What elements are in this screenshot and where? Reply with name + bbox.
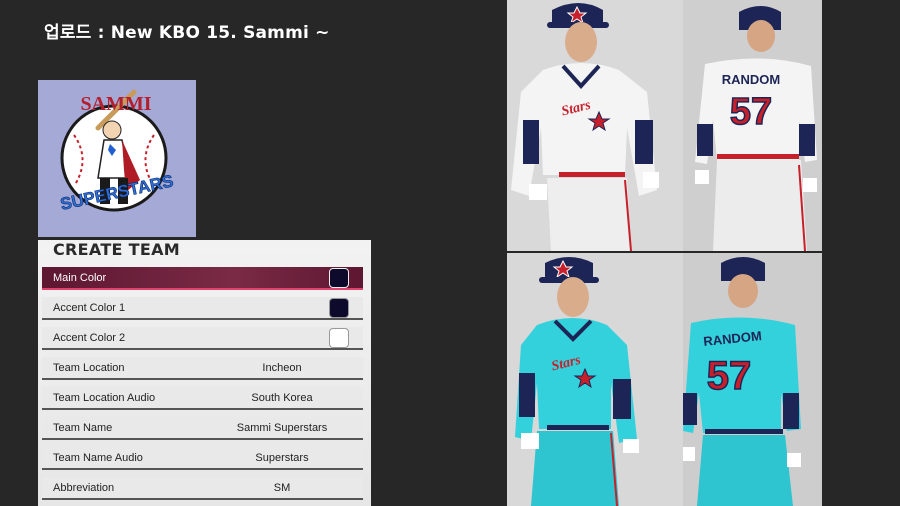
row-value: SM: [273, 482, 291, 494]
row-value: Superstars: [255, 452, 309, 464]
away-uniform-front-render: Stars: [507, 253, 683, 506]
post-title: 업로드 : New KBO 15. Sammi ~: [44, 23, 330, 43]
row-main-color[interactable]: Main Color: [42, 267, 363, 290]
away-uniform-back-render: RANDOM 57: [683, 253, 822, 506]
back-number-text: 57: [730, 91, 772, 133]
row-label: Team Name Audio: [53, 452, 143, 464]
row-team-name[interactable]: Team Name Sammi Superstars: [42, 417, 363, 440]
row-label: Team Name: [53, 422, 113, 434]
row-value: Sammi Superstars: [236, 422, 328, 434]
accent-color-2-swatch[interactable]: [329, 328, 349, 348]
create-team-panel: CREATE TEAM Main Color Accent Color 1 Ac…: [38, 240, 371, 506]
row-team-location[interactable]: Team Location Incheon: [42, 357, 363, 380]
row-label: Accent Color 1: [53, 302, 126, 314]
away-back-number-text: 57: [707, 354, 752, 398]
home-uniform-back-render: RANDOM 57: [683, 0, 822, 251]
row-label: Accent Color 2: [53, 332, 126, 344]
row-label: Abbreviation: [53, 482, 115, 494]
row-label: Main Color: [53, 272, 107, 284]
row-accent-color-2[interactable]: Accent Color 2: [42, 327, 363, 350]
accent-color-1-swatch[interactable]: [329, 298, 349, 318]
panel-title: CREATE TEAM: [53, 240, 180, 259]
row-value: South Korea: [251, 392, 313, 404]
main-color-swatch[interactable]: [329, 268, 349, 288]
row-accent-color-1[interactable]: Accent Color 1: [42, 297, 363, 320]
team-logo: SAMMI SUPERSTARS: [38, 80, 196, 237]
row-abbreviation[interactable]: Abbreviation SM: [42, 477, 363, 500]
logo-top-text: SAMMI: [80, 93, 151, 115]
row-value: Incheon: [262, 362, 302, 374]
row-team-location-audio[interactable]: Team Location Audio South Korea: [42, 387, 363, 410]
back-name-text: RANDOM: [722, 72, 781, 87]
home-uniform-front-render: Stars: [507, 0, 683, 251]
row-label: Team Location Audio: [53, 392, 156, 404]
row-team-name-audio[interactable]: Team Name Audio Superstars: [42, 447, 363, 470]
row-label: Team Location: [53, 362, 125, 374]
